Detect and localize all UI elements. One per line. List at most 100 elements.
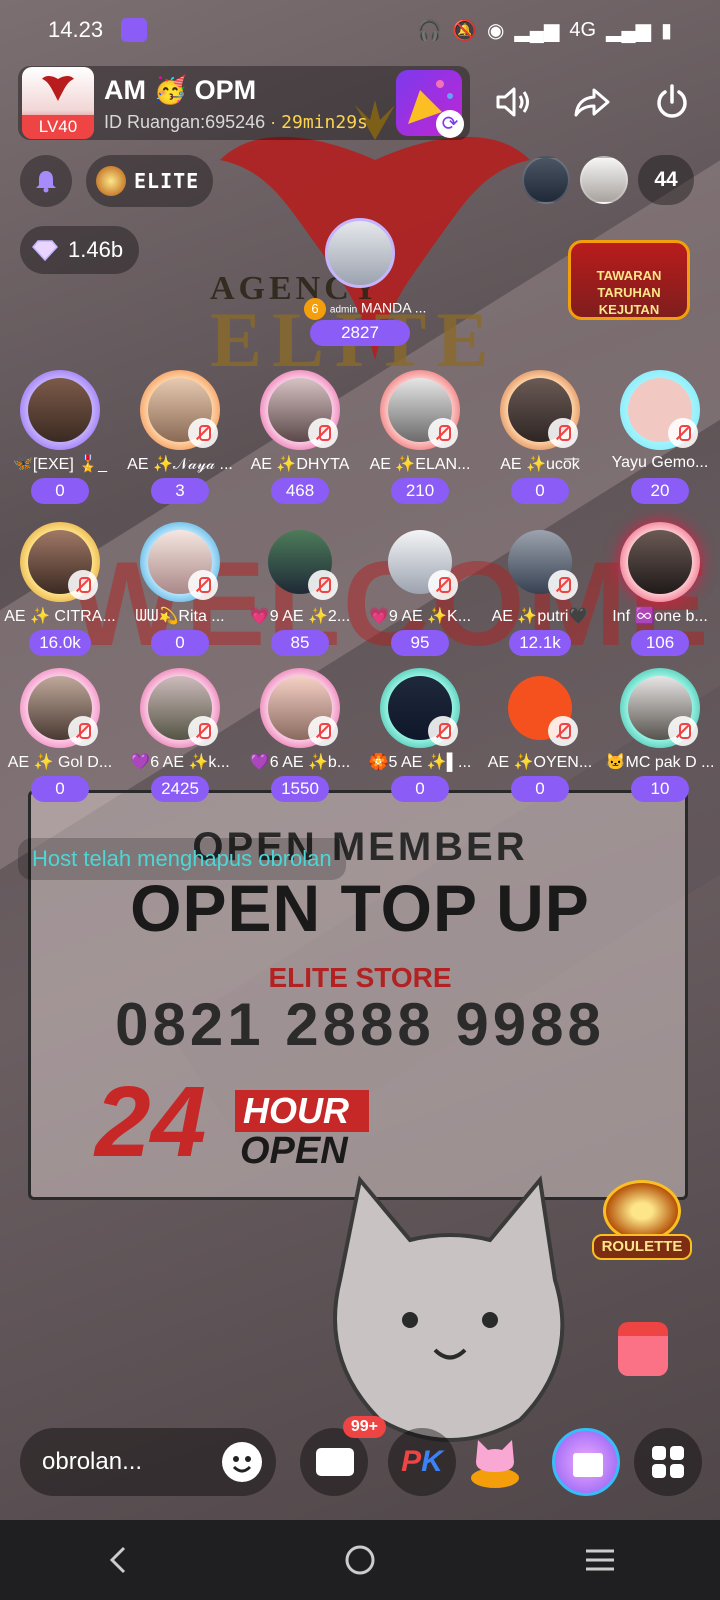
seat-row-3: AE ✨ Gol D... 0 💜6 AE ✨k... 2425 💜6 AE ✨… xyxy=(0,668,720,808)
seat-score: 85 xyxy=(271,630,329,656)
muted-mic-icon xyxy=(428,570,458,600)
room-avatar[interactable]: LV40 xyxy=(22,67,94,139)
system-chat-message: Host telah menghapus obrolan xyxy=(18,838,346,880)
mic-seat[interactable]: 💜6 AE ✨b... 1550 xyxy=(240,668,360,802)
diamond-icon xyxy=(32,240,58,261)
seat-score: 0 xyxy=(511,776,569,802)
diamond-amount: 1.46b xyxy=(68,237,124,262)
mic-seat[interactable]: 💗9 AE ✨2... 85 xyxy=(240,522,360,656)
status-time: 14.23 xyxy=(48,17,104,42)
messages-button[interactable]: 99+ xyxy=(300,1416,386,1496)
seat-score: 20 xyxy=(631,478,689,504)
mic-seat[interactable]: AE ✨DHYTA 468 xyxy=(240,370,360,504)
viewer-list[interactable]: 44 xyxy=(522,155,694,205)
mic-seat[interactable]: AE ✨ELAN... 210 xyxy=(360,370,480,504)
emoji-icon[interactable] xyxy=(222,1442,262,1482)
avatar-frame xyxy=(20,522,100,602)
host-name: MANDA ... xyxy=(361,299,427,316)
poster-phone-number: 0821 2888 9988 xyxy=(115,991,605,1058)
notification-bell-button[interactable] xyxy=(20,155,72,207)
host-seat[interactable]: 6 admin MANDA ... 2827 xyxy=(304,218,426,346)
muted-mic-icon xyxy=(548,716,578,746)
chat-input[interactable]: obrolan... xyxy=(20,1428,276,1496)
party-popper-button[interactable]: ⟳ xyxy=(396,70,464,138)
mic-seat[interactable]: 🐱MC pak D ... 10 xyxy=(600,668,720,802)
viewer-avatar[interactable] xyxy=(522,156,570,204)
mic-seat[interactable]: 💜6 AE ✨k... 2425 xyxy=(120,668,240,802)
room-header[interactable]: LV40 AM 🥳 OPM ID Ruangan:695246 · 29min2… xyxy=(18,66,470,140)
calendar-icon[interactable] xyxy=(618,1322,668,1376)
speaker-icon[interactable] xyxy=(492,82,532,122)
surprise-bet-banner[interactable]: TAWARAN TARUHAN KEJUTAN xyxy=(568,240,690,320)
muted-mic-icon xyxy=(68,570,98,600)
seat-score: 1550 xyxy=(271,776,329,802)
viewer-count[interactable]: 44 xyxy=(638,155,694,205)
mic-seat[interactable]: AE ✨OYEN... 0 xyxy=(480,668,600,802)
home-icon[interactable] xyxy=(340,1540,380,1580)
bell-icon xyxy=(36,171,56,193)
seat-score: 468 xyxy=(271,478,329,504)
signal-icon: ▂▄▆ xyxy=(606,19,651,42)
mic-seat[interactable]: ᗯᗯ💫Rita ... 0 xyxy=(120,522,240,656)
battery-icon: ▮ xyxy=(660,19,672,42)
avatar-frame xyxy=(260,370,340,450)
mute-notifications-icon: 🔕 xyxy=(452,19,477,42)
mic-seat[interactable]: Inf ♾️one b... 106 xyxy=(600,522,720,656)
share-icon[interactable] xyxy=(572,82,612,122)
host-avatar[interactable] xyxy=(325,218,395,288)
avatar-frame xyxy=(500,370,580,450)
mic-seat[interactable]: 🏵️5 AE ✨▌... 0 xyxy=(360,668,480,802)
pk-button[interactable]: PK xyxy=(388,1428,456,1496)
mic-seat[interactable]: AE ✨ CITRA... 16.0k xyxy=(0,522,120,656)
app-notification-icon xyxy=(121,18,148,42)
room-logo-icon xyxy=(42,76,74,101)
muted-mic-icon xyxy=(548,418,578,448)
avatar-frame xyxy=(380,370,460,450)
roulette-button[interactable]: ROULETTE xyxy=(592,1180,692,1272)
avatar-frame xyxy=(260,522,340,602)
grid-icon xyxy=(670,1464,684,1478)
seat-name: AE ✨DHYTA xyxy=(250,456,350,473)
signal-icon: ▂▄▆ xyxy=(514,19,560,42)
cat-coins-icon xyxy=(471,1440,519,1488)
muted-mic-icon xyxy=(668,716,698,746)
seat-score: 210 xyxy=(391,478,449,504)
muted-mic-icon xyxy=(428,418,458,448)
mic-seat[interactable]: 🦋[EXE] 🎖️_ 0 xyxy=(0,370,120,504)
muted-mic-icon xyxy=(188,570,218,600)
seat-name: AE ✨ CITRA... xyxy=(4,608,116,625)
power-icon[interactable] xyxy=(652,82,692,122)
avatar-frame xyxy=(140,668,220,748)
seat-score: 0 xyxy=(151,630,209,656)
viewer-avatar[interactable] xyxy=(580,156,628,204)
diamond-balance[interactable]: 1.46b xyxy=(20,226,140,274)
muted-mic-icon xyxy=(308,570,338,600)
avatar-frame xyxy=(260,668,340,748)
avatar-frame xyxy=(500,522,580,602)
seat-name: 💜6 AE ✨k... xyxy=(130,754,230,771)
recents-icon[interactable] xyxy=(580,1540,620,1580)
mic-seat[interactable]: AE ✨𝒩𝒶𝓎𝒶 ... 3 xyxy=(120,370,240,504)
mic-seat[interactable]: AE ✨ Gol D... 0 xyxy=(0,668,120,802)
muted-mic-icon xyxy=(188,716,218,746)
mic-seat[interactable]: AE ✨putri🖤 12.1k xyxy=(480,522,600,656)
seat-score: 0 xyxy=(511,478,569,504)
seat-name: 💗9 AE ✨2... xyxy=(249,608,351,625)
avatar-frame xyxy=(620,370,700,450)
separator: · xyxy=(270,111,277,132)
mic-seat[interactable]: AE ✨uco͞k 0 xyxy=(480,370,600,504)
back-icon[interactable] xyxy=(100,1540,140,1580)
grid-icon xyxy=(652,1464,666,1478)
seat-score: 16.0k xyxy=(29,630,91,656)
avatar-frame xyxy=(620,522,700,602)
roulette-label: ROULETTE xyxy=(592,1234,692,1260)
mic-seat[interactable]: 💗9 AE ✨K... 95 xyxy=(360,522,480,656)
gift-button[interactable] xyxy=(552,1428,620,1496)
seat-name: 🦋[EXE] 🎖️_ xyxy=(12,456,108,473)
mic-seat[interactable]: Yayu Gemo... 20 xyxy=(600,370,720,504)
seat-row-1: 🦋[EXE] 🎖️_ 0 AE ✨𝒩𝒶𝓎𝒶 ... 3 AE ✨DHYTA 46… xyxy=(0,370,720,510)
cat-illustration xyxy=(333,1175,565,1442)
game-cat-button[interactable] xyxy=(462,1428,528,1494)
more-menu-button[interactable] xyxy=(634,1428,702,1496)
family-badge[interactable]: ELITE xyxy=(86,155,214,207)
